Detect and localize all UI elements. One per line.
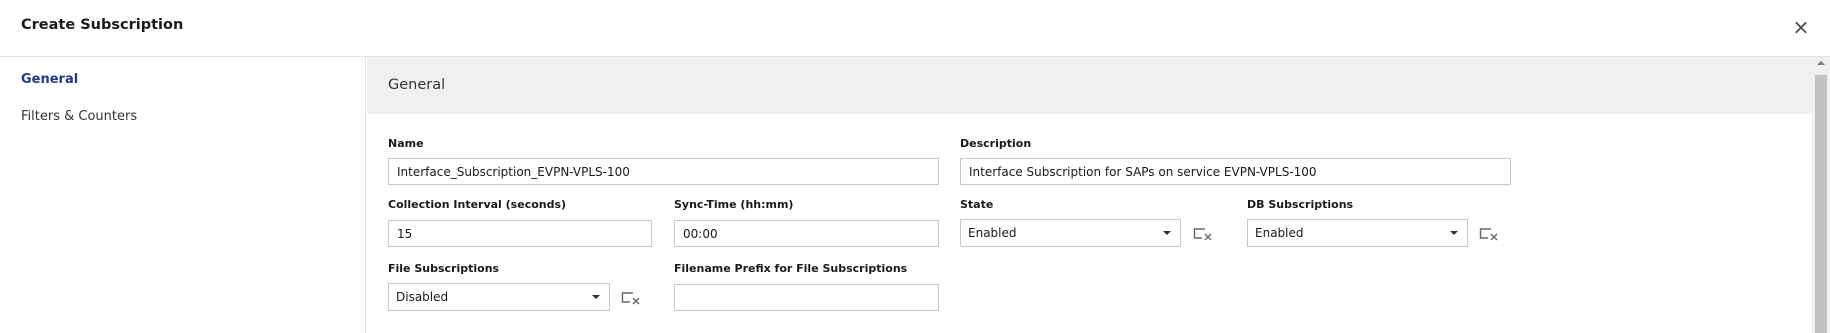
sidebar-item-general[interactable]: General [21,72,78,87]
sidebar-item-filters-counters[interactable]: Filters & Counters [21,109,137,124]
sync-time-label: Sync-Time (hh:mm) [674,198,794,211]
description-field[interactable] [960,158,1511,185]
clear-selection-icon[interactable] [621,291,641,305]
main-panel: General Name Description Collection Inte… [367,57,1812,333]
dialog-title: Create Subscription [21,17,184,33]
chevron-down-icon [1450,231,1458,235]
clear-selection-icon[interactable] [1193,227,1213,241]
dialog-header: Create Subscription × [0,0,1830,57]
clear-selection-icon[interactable] [1479,227,1499,241]
description-label: Description [960,137,1032,150]
state-select[interactable]: Enabled [960,219,1181,247]
name-label: Name [388,137,424,150]
name-field[interactable] [388,158,939,185]
filename-prefix-label: Filename Prefix for File Subscriptions [674,262,908,275]
scrollbar-thumb[interactable] [1815,75,1827,333]
filename-prefix-field[interactable] [674,284,939,311]
close-icon[interactable]: × [1790,14,1812,40]
db-subscriptions-select[interactable]: Enabled [1247,219,1468,247]
collection-interval-label: Collection Interval (seconds) [388,198,567,211]
db-subscriptions-select-value: Enabled [1255,226,1304,240]
file-subscriptions-select-value: Disabled [396,290,449,304]
chevron-down-icon [592,295,600,299]
sidebar: General Filters & Counters [0,57,366,333]
chevron-down-icon [1163,231,1171,235]
vertical-scrollbar[interactable] [1812,57,1830,333]
state-select-value: Enabled [968,226,1017,240]
sync-time-field[interactable] [674,220,939,247]
section-title: General [388,77,446,93]
collection-interval-field[interactable] [388,220,652,247]
file-subscriptions-label: File Subscriptions [388,262,500,275]
scroll-up-icon[interactable] [1817,61,1825,65]
state-label: State [960,198,994,211]
file-subscriptions-select[interactable]: Disabled [388,283,610,311]
db-subscriptions-label: DB Subscriptions [1247,198,1354,211]
section-header: General [367,57,1812,114]
